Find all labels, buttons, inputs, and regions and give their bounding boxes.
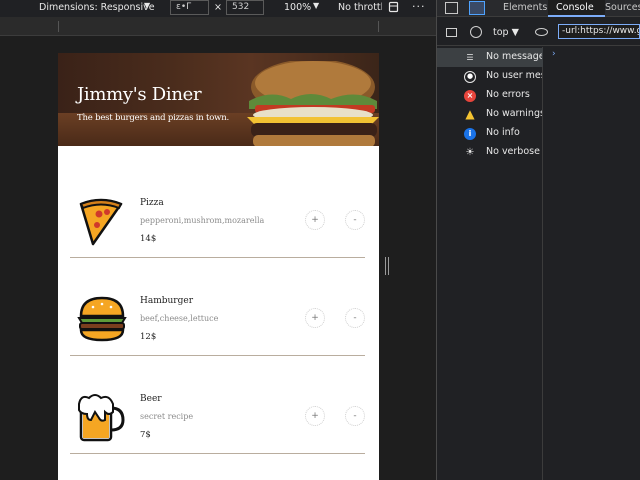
sidebar-item-label: No errors xyxy=(486,89,530,100)
pizza-icon xyxy=(79,198,123,246)
chevron-down-icon: ▼ xyxy=(313,1,320,10)
height-input[interactable]: 532 xyxy=(226,0,264,15)
console-output[interactable]: › xyxy=(544,47,640,480)
console-sidebar: ☰ No messages ● No user messages × No er… xyxy=(437,47,543,480)
item-name: Hamburger xyxy=(140,296,193,306)
device-toolbar-toggle-icon[interactable] xyxy=(469,1,485,15)
rotate-icon[interactable] xyxy=(388,1,399,13)
sidebar-item-label: No messages xyxy=(486,51,542,62)
hamburger-icon xyxy=(77,296,127,342)
context-selector[interactable]: top ▼ xyxy=(493,27,519,38)
remove-button[interactable]: - xyxy=(345,308,365,328)
zoom-dropdown[interactable]: 100% xyxy=(284,2,311,13)
console-prompt-icon: › xyxy=(552,49,556,59)
sidebar-item-verbose[interactable]: ☀ No verbose xyxy=(437,143,543,162)
bug-icon: ☀ xyxy=(465,147,475,158)
dimensions-dropdown[interactable]: Dimensions: Responsive xyxy=(39,2,155,13)
user-icon: ● xyxy=(464,71,476,83)
beer-icon xyxy=(78,394,125,442)
sidebar-item-info[interactable]: i No info xyxy=(437,124,543,143)
context-selector-label: top xyxy=(493,27,509,38)
info-icon: i xyxy=(464,128,476,140)
sidebar-item-label: No warnings xyxy=(486,108,542,119)
add-button[interactable]: + xyxy=(305,308,325,328)
add-button[interactable]: + xyxy=(305,406,325,426)
devtools-tabbar: Elements Console Sources xyxy=(437,0,640,17)
page-title: Jimmy's Diner xyxy=(77,84,202,105)
tab-sources[interactable]: Sources xyxy=(605,2,640,13)
item-price: 7$ xyxy=(140,430,151,440)
hero-banner: Jimmy's Diner The best burgers and pizza… xyxy=(58,53,379,146)
item-price: 14$ xyxy=(140,234,157,244)
resize-handle[interactable] xyxy=(384,257,390,275)
menu-item: Beer secret recipe 7$ + - xyxy=(70,356,365,454)
device-toolbar: Dimensions: Responsive ▼ ε•Γ × 532 100% … xyxy=(0,0,437,17)
width-input[interactable]: ε•Γ xyxy=(170,0,209,15)
console-filter-input[interactable]: -url:https://www.goo xyxy=(558,24,640,39)
emulated-page: Jimmy's Diner The best burgers and pizza… xyxy=(58,53,379,480)
console-toolbar: top ▼ -url:https://www.goo xyxy=(437,18,640,46)
menu-item: Pizza pepperoni,mushrom,mozarella 14$ + … xyxy=(70,160,365,258)
remove-button[interactable]: - xyxy=(345,406,365,426)
item-ingredients: secret recipe xyxy=(140,412,194,421)
sidebar-item-label: No user messages xyxy=(486,70,542,81)
item-ingredients: beef,cheese,lettuce xyxy=(140,314,219,323)
sidebar-item-warnings[interactable]: ▲ No warnings xyxy=(437,105,543,124)
warning-icon: ▲ xyxy=(465,107,475,121)
list-icon: ☰ xyxy=(466,53,474,62)
show-sidebar-icon[interactable] xyxy=(446,28,457,37)
more-options-icon[interactable]: ··· xyxy=(412,0,426,13)
sidebar-item-messages[interactable]: ☰ No messages xyxy=(437,48,543,67)
hero-burger-image xyxy=(247,61,379,146)
sidebar-item-label: No verbose xyxy=(486,146,540,157)
page-subtitle: The best burgers and pizzas in town. xyxy=(77,113,230,123)
add-button[interactable]: + xyxy=(305,210,325,230)
chevron-down-icon: ▼ xyxy=(144,1,151,10)
sidebar-item-user-messages[interactable]: ● No user messages xyxy=(437,67,543,86)
item-ingredients: pepperoni,mushrom,mozarella xyxy=(140,216,265,225)
remove-button[interactable]: - xyxy=(345,210,365,230)
tab-elements[interactable]: Elements xyxy=(503,2,547,13)
sidebar-item-errors[interactable]: × No errors xyxy=(437,86,543,105)
inspect-element-icon[interactable] xyxy=(445,2,458,14)
throttling-dropdown[interactable]: No throttling xyxy=(338,2,382,13)
item-name: Pizza xyxy=(140,198,164,208)
item-name: Beer xyxy=(140,394,162,404)
live-expression-icon[interactable] xyxy=(535,28,548,36)
tab-console[interactable]: Console xyxy=(556,2,594,13)
error-icon: × xyxy=(464,90,476,102)
menu-item: Hamburger beef,cheese,lettuce 12$ + - xyxy=(70,258,365,356)
sidebar-item-label: No info xyxy=(486,127,520,138)
item-price: 12$ xyxy=(140,332,157,342)
ruler xyxy=(0,17,437,36)
dimension-separator: × xyxy=(214,2,222,13)
clear-console-icon[interactable] xyxy=(470,26,482,38)
devtools-panel: Elements Console Sources top ▼ -url:http… xyxy=(437,0,640,480)
